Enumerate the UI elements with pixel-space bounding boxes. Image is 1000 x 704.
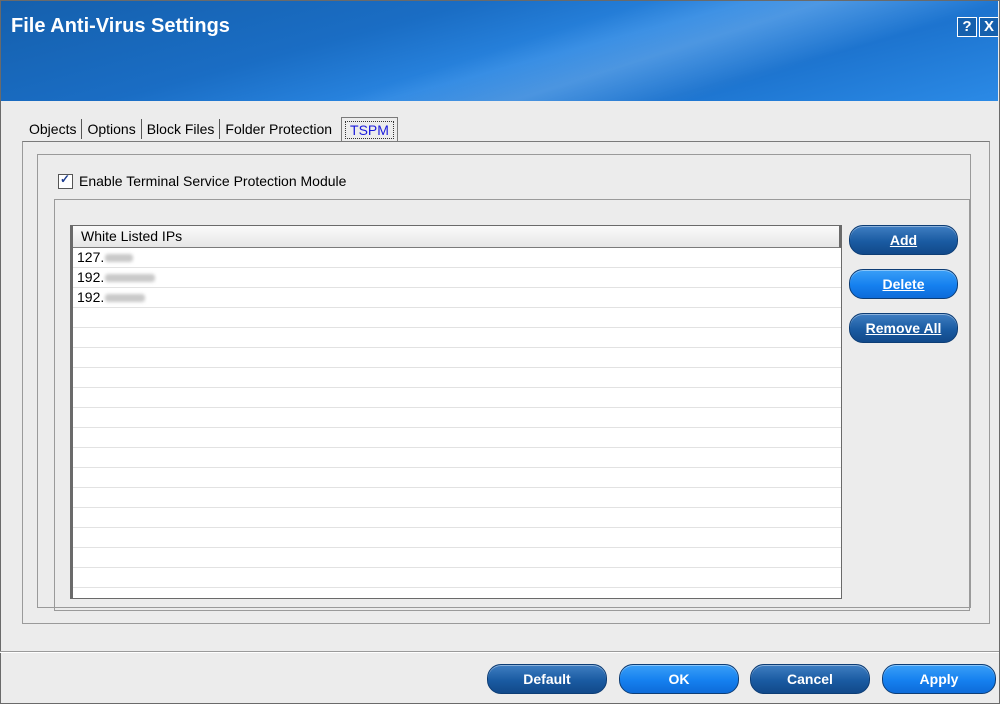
- checkbox-checked-icon[interactable]: [58, 172, 73, 189]
- empty-row: [73, 548, 841, 568]
- empty-row: [73, 368, 841, 388]
- redacted-ip: [105, 254, 134, 262]
- list-item[interactable]: 192.: [73, 268, 841, 288]
- cancel-button[interactable]: Cancel: [750, 664, 870, 694]
- dialog-title: File Anti-Virus Settings: [11, 15, 230, 37]
- empty-row: [73, 408, 841, 428]
- empty-row: [73, 448, 841, 468]
- help-button[interactable]: ?: [957, 17, 977, 37]
- enable-tspm-checkbox[interactable]: Enable Terminal Service Protection Modul…: [58, 172, 347, 189]
- delete-label: Delete: [882, 276, 925, 292]
- empty-row: [73, 348, 841, 368]
- empty-row: [73, 568, 841, 588]
- ok-button[interactable]: OK: [619, 664, 739, 694]
- empty-row: [73, 388, 841, 408]
- empty-row: [73, 528, 841, 548]
- tab-block-files[interactable]: Block Files: [142, 119, 221, 139]
- tab-tspm[interactable]: TSPM: [341, 116, 398, 142]
- empty-row: [73, 468, 841, 488]
- close-button[interactable]: X: [979, 17, 998, 37]
- add-button[interactable]: Add: [849, 225, 958, 255]
- ip-prefix: 192.: [77, 289, 105, 305]
- redacted-ip: [105, 294, 146, 302]
- redacted-ip: [105, 274, 156, 282]
- tab-folder-protection[interactable]: Folder Protection: [220, 119, 337, 139]
- empty-row: [73, 308, 841, 328]
- delete-button[interactable]: Delete: [849, 269, 958, 299]
- apply-button[interactable]: Apply: [882, 664, 996, 694]
- empty-row: [73, 508, 841, 528]
- whitelist-listview[interactable]: White Listed IPs 127. 192. 192.: [70, 225, 842, 599]
- default-button[interactable]: Default: [487, 664, 607, 694]
- add-label: Add: [889, 232, 918, 248]
- title-bar: File Anti-Virus Settings ? X: [1, 1, 998, 101]
- tab-objects[interactable]: Objects: [24, 119, 83, 139]
- ip-prefix: 127.: [77, 249, 105, 265]
- title-bar-sheen: [301, 1, 998, 101]
- tab-strip: Objects Options Block Files Folder Prote…: [24, 116, 398, 142]
- ip-prefix: 192.: [77, 269, 105, 285]
- empty-row: [73, 328, 841, 348]
- list-item[interactable]: 192.: [73, 288, 841, 308]
- empty-row: [73, 488, 841, 508]
- enable-tspm-label: Enable Terminal Service Protection Modul…: [79, 173, 347, 189]
- remove-all-label: Remove All: [865, 320, 942, 336]
- remove-all-button[interactable]: Remove All: [849, 313, 958, 343]
- column-header-white-listed-ips[interactable]: White Listed IPs: [73, 226, 841, 248]
- list-item[interactable]: 127.: [73, 248, 841, 268]
- footer-separator-highlight: [0, 652, 999, 653]
- tab-tspm-label: TSPM: [345, 120, 394, 139]
- empty-row: [73, 428, 841, 448]
- tab-options[interactable]: Options: [82, 119, 142, 139]
